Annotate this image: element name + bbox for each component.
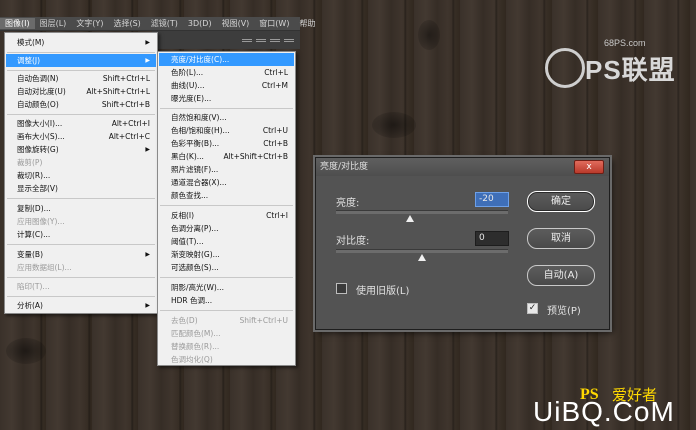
menu-item-trap[interactable]: 陷印(T)... [6,280,156,293]
menu-separator [7,114,155,115]
preview-label[interactable]: 预览(P) [547,302,581,317]
brightness-contrast-dialog: 亮度/对比度 x 亮度: -20 对比度: 0 使用旧版(L) 确定 取消 自动… [315,157,610,330]
menu-item-reveal-all[interactable]: 显示全部(V) [6,182,156,195]
menu-item-vibrance[interactable]: 自然饱和度(V)... [159,111,294,124]
menu-separator [7,244,155,245]
menu-item-image-rotation[interactable]: 图像旋转(G) ▶ [6,143,156,156]
menu-item-invert[interactable]: 反相(I) Ctrl+I [159,209,294,222]
logo-icon [545,48,585,88]
brightness-input[interactable]: -20 [475,192,509,207]
contrast-slider-thumb[interactable] [418,254,426,261]
menu-item-calculations[interactable]: 计算(C)... [6,228,156,241]
auto-button[interactable]: 自动(A) [527,265,595,286]
menu-item-photo-filter[interactable]: 照片滤镜(F)... [159,163,294,176]
adjustments-submenu: 亮度/对比度(C)... 色阶(L)... Ctrl+L 曲线(U)... Ctrl… [157,51,296,366]
menu-item-curves[interactable]: 曲线(U)... Ctrl+M [159,79,294,92]
options-bar [152,31,300,49]
contrast-slider-track[interactable] [336,249,508,253]
menu-item-hdr-toning[interactable]: HDR 色调... [159,294,294,307]
menu-item-apply-data-set[interactable]: 应用数据组(L)... [6,261,156,274]
menu-item-posterize[interactable]: 色调分离(P)... [159,222,294,235]
menu-item-trim[interactable]: 裁切(R)... [6,169,156,182]
menu-item-canvas-size[interactable]: 画布大小(S)... Alt+Ctrl+C [6,130,156,143]
preview-checkbox[interactable]: ✓ [527,303,538,314]
menu-item-duplicate[interactable]: 复制(D)... [6,202,156,215]
menu-separator [7,52,155,53]
menu-item-gradient-map[interactable]: 渐变映射(G)... [159,248,294,261]
menu-separator [7,277,155,278]
menu-item-auto-color[interactable]: 自动颜色(O) Shift+Ctrl+B [6,98,156,111]
menu-item-exposure[interactable]: 曝光度(E)... [159,92,294,105]
menu-separator [160,108,293,109]
submenu-arrow-icon: ▶ [145,39,150,46]
menu-item-color-balance[interactable]: 色彩平衡(B)... Ctrl+B [159,137,294,150]
menu-separator [160,205,293,206]
menu-view[interactable]: 视图(V) [217,18,255,29]
menu-item-image-size[interactable]: 图像大小(I)... Alt+Ctrl+I [6,117,156,130]
brightness-slider-thumb[interactable] [406,215,414,222]
close-button[interactable]: x [574,160,604,174]
ok-button[interactable]: 确定 [527,191,595,212]
menu-item-brightness-contrast[interactable]: 亮度/对比度(C)... [159,53,294,66]
wood-knot [372,112,416,138]
legacy-label[interactable]: 使用旧版(L) [356,282,409,297]
menu-separator [7,70,155,71]
submenu-arrow-icon: ▶ [145,146,150,153]
menu-item-adjust[interactable]: 调整(J) ▶ [6,54,156,67]
menu-item-color-lookup[interactable]: 颜色查找... [159,189,294,202]
menu-item-levels[interactable]: 色阶(L)... Ctrl+L [159,66,294,79]
submenu-arrow-icon: ▶ [145,302,150,309]
menu-item-mode[interactable]: 模式(M) ▶ [6,36,156,49]
align-icon[interactable] [242,39,252,42]
wood-knot [6,338,46,364]
image-menu: 模式(M) ▶ 调整(J) ▶ 自动色调(N) Shift+Ctrl+L 自动对比度(… [4,32,158,314]
menu-item-apply-image[interactable]: 应用图像(Y)... [6,215,156,228]
menu-type[interactable]: 文字(Y) [71,18,108,29]
logo-name: PS联盟 [585,55,676,85]
menu-separator [160,310,293,311]
menu-help[interactable]: 帮助 [294,18,320,29]
watermark-site: UiBQ.CoM [533,396,675,427]
cancel-button[interactable]: 取消 [527,228,595,249]
menu-item-equalize[interactable]: 色调均化(Q) [159,353,294,366]
menu-item-match-color[interactable]: 匹配颜色(M)... [159,327,294,340]
menu-separator [7,296,155,297]
brightness-label: 亮度: [336,198,360,209]
menu-select[interactable]: 选择(S) [108,18,145,29]
menu-image[interactable]: 图像(I) [0,18,35,29]
menu-3d[interactable]: 3D(D) [183,19,217,28]
menu-item-black-white[interactable]: 黑白(K)... Alt+Shift+Ctrl+B [159,150,294,163]
menu-item-channel-mixer[interactable]: 通道混合器(X)... [159,176,294,189]
menu-item-analysis[interactable]: 分析(A) ▶ [6,299,156,312]
menu-separator [160,277,293,278]
menu-item-auto-tone[interactable]: 自动色调(N) Shift+Ctrl+L [6,72,156,85]
menu-item-threshold[interactable]: 阈值(T)... [159,235,294,248]
menu-separator [7,198,155,199]
menu-window[interactable]: 窗口(W) [254,18,294,29]
menu-item-crop[interactable]: 裁剪(P) [6,156,156,169]
dialog-title: 亮度/对比度 [316,158,609,176]
menu-item-auto-contrast[interactable]: 自动对比度(U) Alt+Shift+Ctrl+L [6,85,156,98]
menu-item-variables[interactable]: 变量(B) ▶ [6,248,156,261]
logo-site-text: 68PS.com [604,38,646,48]
legacy-checkbox[interactable] [336,283,347,294]
submenu-arrow-icon: ▶ [145,251,150,258]
wood-knot [418,20,440,50]
menu-item-hue-saturation[interactable]: 色相/饱和度(H)... Ctrl+U [159,124,294,137]
menu-item-desaturate[interactable]: 去色(D) Shift+Ctrl+U [159,314,294,327]
menu-item-replace-color[interactable]: 替换颜色(R)... [159,340,294,353]
menu-item-selective-color[interactable]: 可选颜色(S)... [159,261,294,274]
align-icon[interactable] [284,39,294,42]
menu-bar: 图像(I) 图层(L) 文字(Y) 选择(S) 滤镜(T) 3D(D) 视图(V… [0,17,315,31]
menu-filter[interactable]: 滤镜(T) [146,18,183,29]
brightness-slider-track[interactable] [336,210,508,214]
align-icon[interactable] [256,39,266,42]
menu-item-shadows-highlights[interactable]: 阴影/高光(W)... [159,281,294,294]
submenu-arrow-icon: ▶ [145,57,150,64]
align-icon[interactable] [270,39,280,42]
contrast-label: 对比度: [336,236,370,247]
contrast-input[interactable]: 0 [475,231,509,246]
menu-layer[interactable]: 图层(L) [35,18,72,29]
